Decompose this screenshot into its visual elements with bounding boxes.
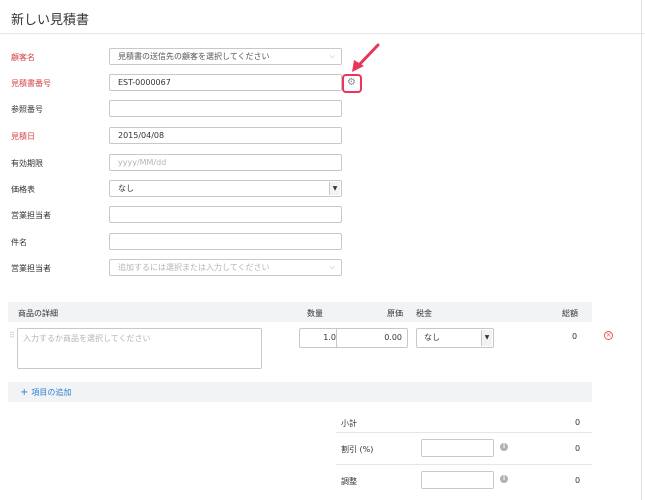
header-amount: 総額: [562, 309, 578, 318]
rate-input[interactable]: 0.00: [336, 328, 408, 348]
header-qty: 数量: [307, 309, 323, 318]
customer-select[interactable]: 見積書の送信先の顧客を選択してください ⌵: [109, 48, 342, 65]
summary-divider: [336, 432, 592, 433]
subject-field[interactable]: [109, 233, 342, 250]
dropdown-arrow-icon[interactable]: ▼: [481, 330, 492, 346]
salesperson-label: 営業担当者: [11, 211, 51, 220]
expiry-date-field[interactable]: yyyy/MM/dd: [109, 154, 342, 171]
subject-label: 件名: [11, 238, 27, 247]
info-icon[interactable]: i: [500, 475, 508, 483]
discount-value: 0: [575, 444, 581, 453]
estimate-number-field[interactable]: EST-0000067: [109, 74, 342, 91]
summary-divider: [336, 464, 592, 465]
adjustment-label: 調整: [341, 477, 357, 486]
estimate-date-label: 見積日: [11, 132, 35, 141]
adjustment-value: 0: [575, 476, 581, 485]
dropdown-arrow-icon[interactable]: ▼: [329, 182, 340, 195]
salesperson2-placeholder: 追加するには選択または入力してください: [118, 263, 270, 272]
estimate-number-settings-button[interactable]: ⚙: [342, 74, 362, 93]
customer-label: 顧客名: [11, 53, 35, 62]
header-rate: 原価: [387, 309, 403, 318]
header-tax: 税金: [416, 309, 432, 318]
drag-handle-icon[interactable]: ⠿: [9, 331, 15, 340]
add-item-bar: + 項目の追加: [8, 382, 592, 402]
remove-row-icon[interactable]: ×: [604, 331, 613, 340]
price-list-select[interactable]: なし ▼: [109, 180, 342, 197]
row-amount: 0: [572, 332, 578, 341]
item-details-input[interactable]: 入力するか商品を選択してください: [17, 328, 262, 369]
estimate-number-label: 見積書番号: [11, 79, 51, 88]
salesperson2-select[interactable]: 追加するには選択または入力してください ⌵: [109, 259, 342, 276]
tax-select[interactable]: なし ▼: [416, 328, 494, 348]
price-list-label: 価格表: [11, 185, 35, 194]
plus-icon: +: [20, 387, 29, 398]
salesperson2-label: 営業担当者: [11, 264, 51, 273]
price-list-value: なし: [118, 184, 134, 193]
expiry-date-label: 有効期限: [11, 159, 43, 168]
subtotal-value: 0: [575, 418, 581, 427]
tax-select-value: なし: [424, 333, 440, 342]
add-item-label: 項目の追加: [31, 388, 72, 397]
reference-label: 参照番号: [11, 105, 43, 114]
items-table-header: 商品の詳細 数量 原価 税金 総額: [8, 302, 592, 322]
estimate-date-field[interactable]: 2015/04/08: [109, 127, 342, 144]
title-divider: [0, 33, 645, 34]
right-divider: [641, 0, 642, 500]
discount-input[interactable]: [421, 439, 494, 457]
customer-select-placeholder: 見積書の送信先の顧客を選択してください: [118, 52, 270, 61]
reference-field[interactable]: [109, 100, 342, 117]
info-icon[interactable]: i: [500, 443, 508, 451]
subtotal-label: 小計: [341, 419, 357, 428]
pointer-arrow-icon: [352, 43, 380, 72]
chevron-down-icon: ⌵: [329, 263, 335, 271]
page-title: 新しい見積書: [11, 13, 90, 28]
salesperson-field[interactable]: [109, 206, 342, 223]
discount-label: 割引 (%): [341, 445, 374, 454]
adjustment-input[interactable]: [421, 471, 494, 489]
header-item: 商品の詳細: [18, 309, 58, 318]
gear-icon: ⚙: [347, 77, 356, 88]
chevron-down-icon: ⌵: [329, 52, 335, 60]
add-item-link[interactable]: + 項目の追加: [20, 387, 71, 398]
